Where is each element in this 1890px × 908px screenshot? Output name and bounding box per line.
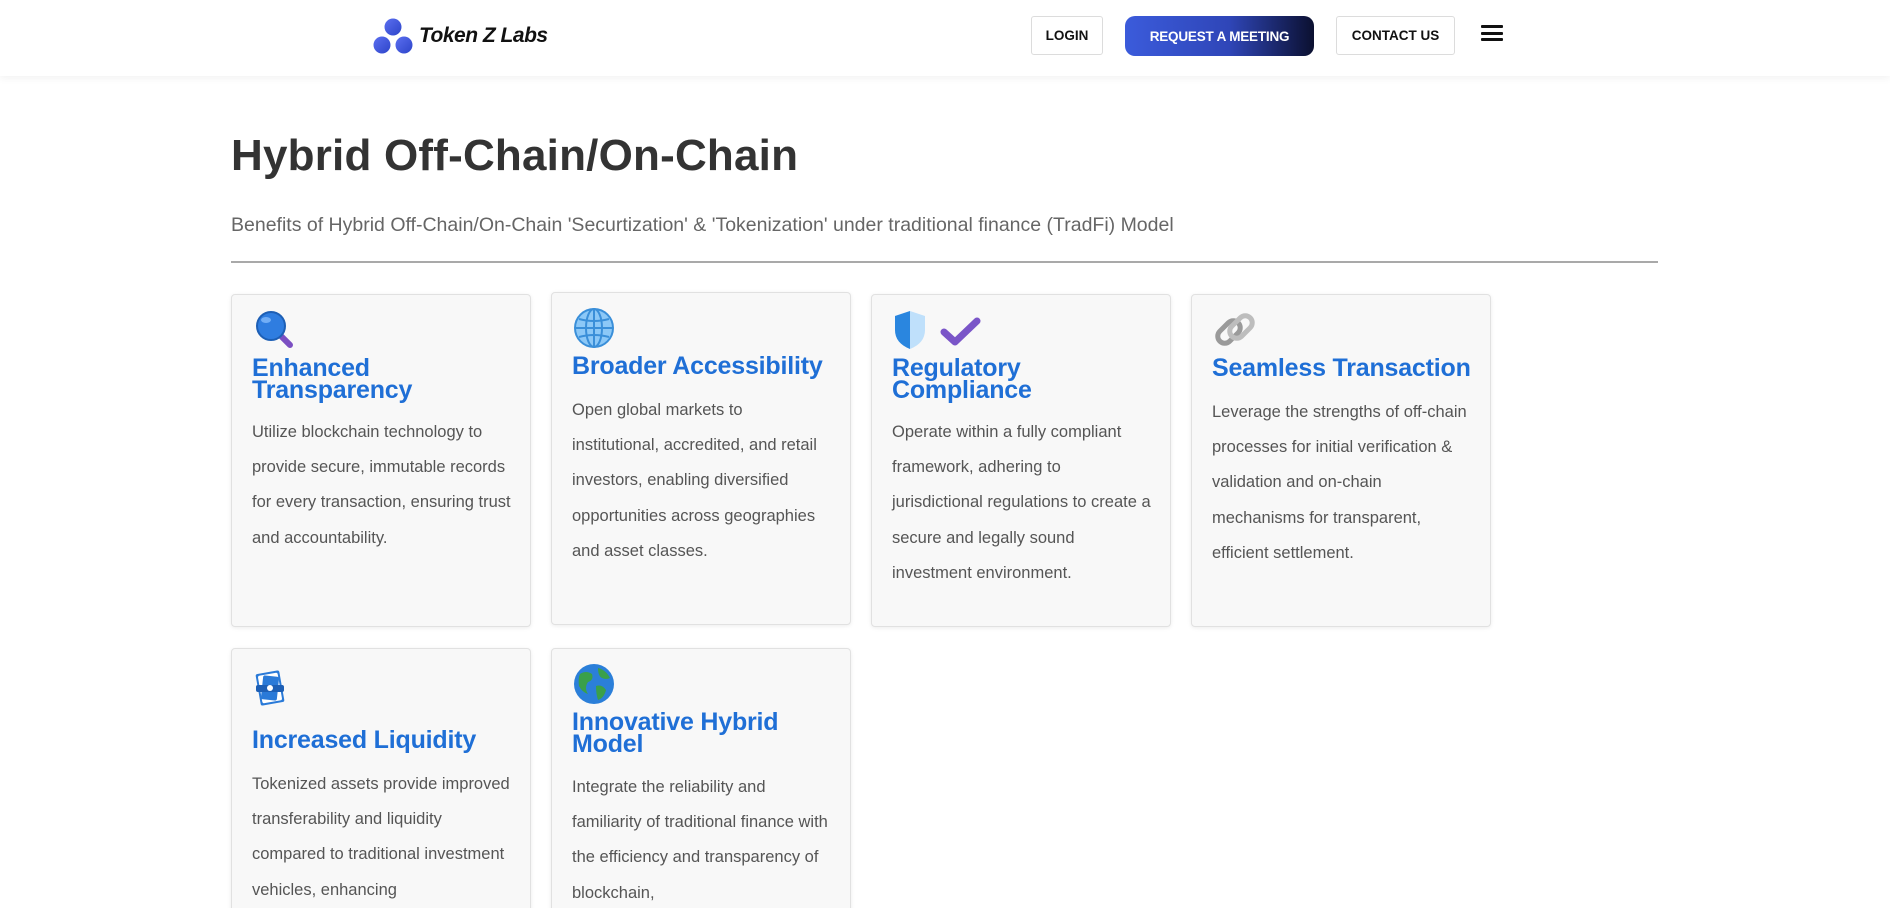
card-title: Increased Liquidity xyxy=(252,726,477,754)
feature-card-innovative-hybrid-model: Innovative Hybrid Model Integrate the re… xyxy=(551,648,851,908)
hamburger-menu-icon[interactable] xyxy=(1481,25,1503,43)
money-stack-icon xyxy=(255,670,285,706)
login-button[interactable]: LOGIN xyxy=(1031,16,1103,55)
feature-card-increased-liquidity: Increased Liquidity Tokenized assets pro… xyxy=(231,648,531,908)
logo[interactable]: Token Z Labs xyxy=(372,17,548,55)
card-title: Seamless Transaction xyxy=(1212,354,1471,382)
logo-icon xyxy=(373,18,413,54)
chain-link-icon xyxy=(1215,313,1255,346)
contact-us-button[interactable]: CONTACT US xyxy=(1336,16,1455,55)
card-title: Broader Accessibility xyxy=(572,352,823,380)
feature-card-enhanced-transparency: Enhanced Transparency Utilize blockchain… xyxy=(231,294,531,627)
shield-icon xyxy=(895,311,925,349)
feature-card-regulatory-compliance: Regulatory Compliance Operate within a f… xyxy=(871,294,1171,627)
site-header: Token Z Labs LOGIN REQUEST A MEETING CON… xyxy=(0,0,1890,76)
card-title: Regulatory Compliance xyxy=(892,354,1032,404)
card-description: Operate within a fully compliant framewo… xyxy=(892,423,1151,582)
globe-icon xyxy=(574,308,614,348)
card-title: Enhanced Transparency xyxy=(252,354,413,404)
page-title: Hybrid Off-Chain/On-Chain xyxy=(231,131,799,180)
feature-card-broader-accessibility: Broader Accessibility Open global market… xyxy=(551,292,851,625)
magnifying-glass-icon xyxy=(256,311,293,348)
feature-card-seamless-transaction: Seamless Transaction Leverage the streng… xyxy=(1191,294,1491,627)
card-description: Integrate the reliability and familiarit… xyxy=(572,778,828,902)
card-description: Leverage the strengths of off-chain proc… xyxy=(1212,403,1467,562)
page-subtitle: Benefits of Hybrid Off-Chain/On-Chain 'S… xyxy=(231,214,1174,236)
card-description: Open global markets to institutional, ac… xyxy=(572,401,817,560)
section-divider xyxy=(231,261,1658,263)
card-description: Utilize blockchain technology to provide… xyxy=(252,423,511,547)
earth-icon xyxy=(574,664,614,704)
check-mark-icon xyxy=(940,317,981,346)
logo-text: Token Z Labs xyxy=(419,24,548,47)
request-meeting-button[interactable]: REQUEST A MEETING xyxy=(1125,16,1314,56)
card-description: Tokenized assets provide improved transf… xyxy=(252,775,510,899)
card-title: Innovative Hybrid Model xyxy=(572,708,779,758)
